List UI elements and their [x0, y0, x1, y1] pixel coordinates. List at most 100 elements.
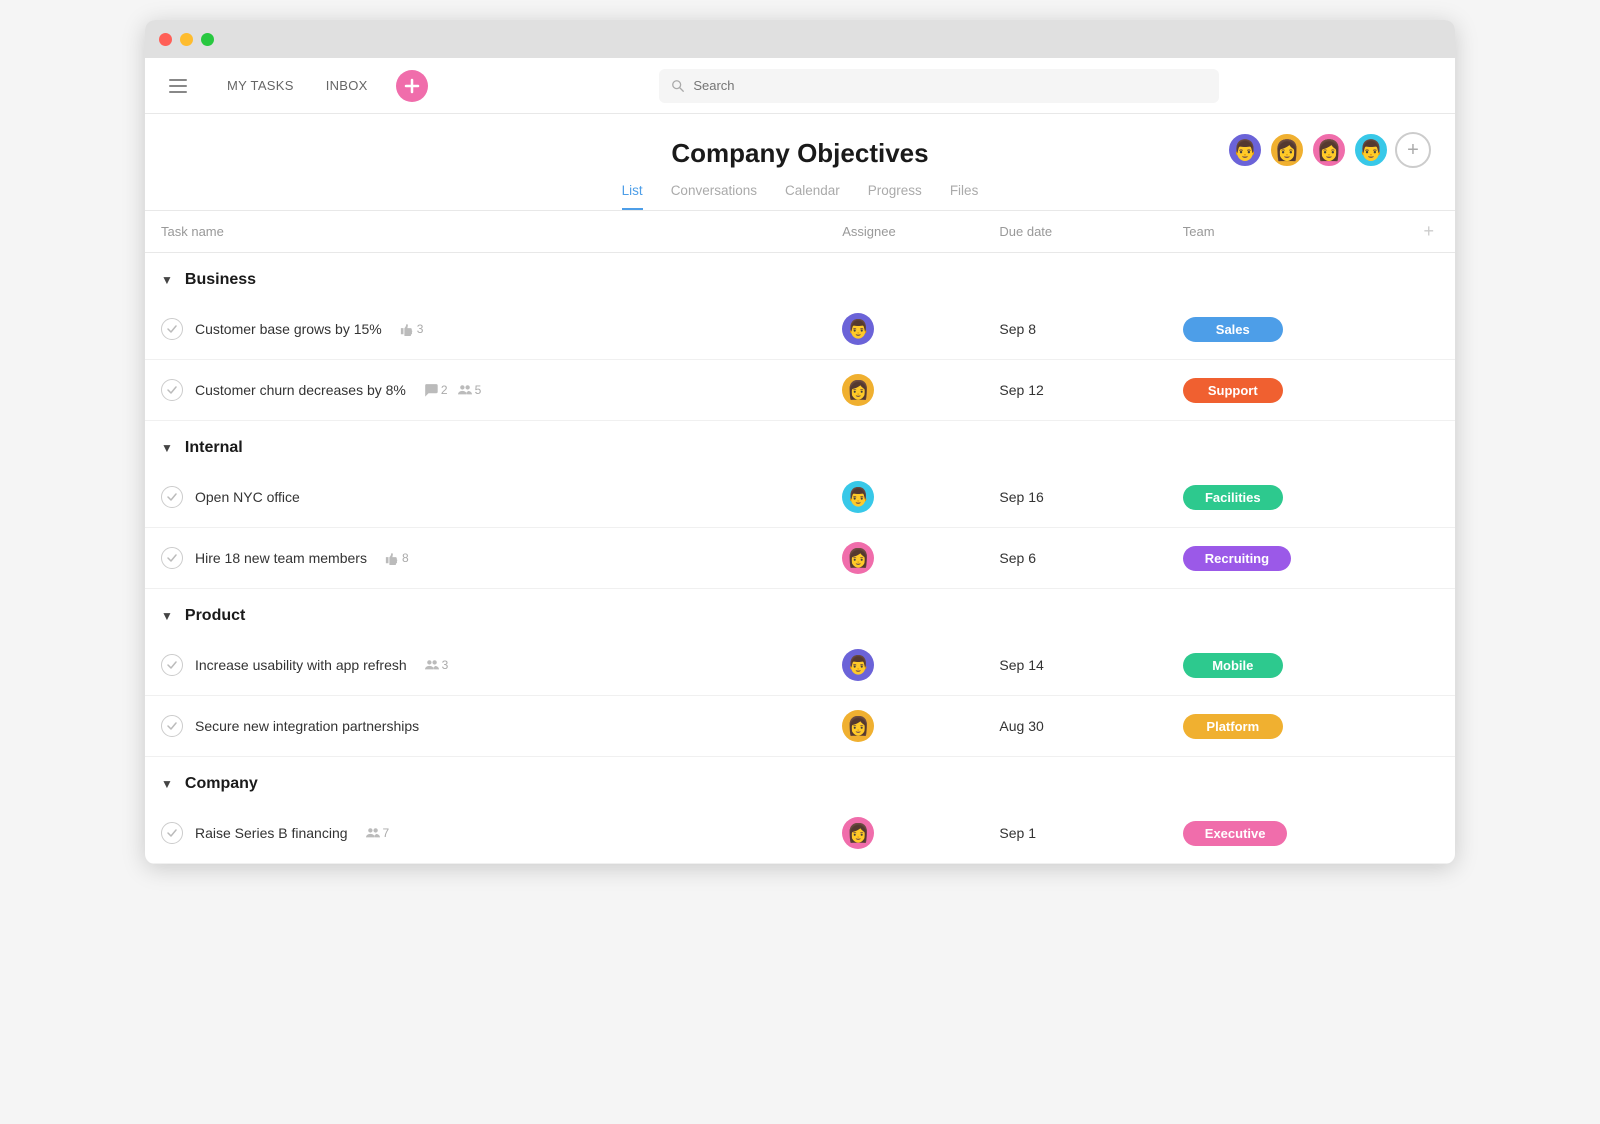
row-add-cell	[1403, 635, 1455, 696]
search-bar[interactable]	[659, 69, 1219, 103]
task-name[interactable]: Customer base grows by 15%	[195, 321, 382, 337]
meta-like: 8	[385, 551, 409, 565]
task-table: Task name Assignee Due date Team + ▼Busi…	[145, 211, 1455, 864]
task-name[interactable]: Increase usability with app refresh	[195, 657, 407, 673]
header-avatar-2[interactable]: 👩	[1311, 132, 1347, 168]
team-badge[interactable]: Facilities	[1183, 485, 1283, 510]
col-header-team: Team	[1167, 211, 1403, 253]
col-header-due: Due date	[983, 211, 1166, 253]
close-dot[interactable]	[159, 33, 172, 46]
assignee-cell[interactable]: 👨	[826, 299, 983, 360]
team-cell[interactable]: Support	[1167, 360, 1403, 421]
section-row: ▼ Product	[145, 589, 1455, 636]
task-name-cell: Increase usability with app refresh 3	[145, 635, 826, 696]
task-name-cell: Raise Series B financing 7	[145, 803, 826, 864]
task-row: Increase usability with app refresh 3 👨 S…	[145, 635, 1455, 696]
header-avatar-1[interactable]: 👩	[1269, 132, 1305, 168]
hamburger-menu[interactable]	[161, 71, 195, 101]
assignee-cell[interactable]: 👩	[826, 360, 983, 421]
titlebar	[145, 20, 1455, 58]
assignee-cell[interactable]: 👩	[826, 696, 983, 757]
task-name[interactable]: Secure new integration partnerships	[195, 718, 419, 734]
assignee-avatar[interactable]: 👩	[842, 374, 874, 406]
tab-list[interactable]: List	[622, 183, 643, 210]
section-label: Internal	[185, 439, 243, 456]
task-checkbox[interactable]	[161, 486, 183, 508]
assignee-avatar[interactable]: 👨	[842, 649, 874, 681]
header-avatar-0[interactable]: 👨	[1227, 132, 1263, 168]
task-row: Customer base grows by 15% 3 👨 Sep 8 Sales	[145, 299, 1455, 360]
due-date-cell: Sep 14	[983, 635, 1166, 696]
assignee-cell[interactable]: 👩	[826, 528, 983, 589]
tab-progress[interactable]: Progress	[868, 183, 922, 210]
task-checkbox[interactable]	[161, 654, 183, 676]
team-cell[interactable]: Recruiting	[1167, 528, 1403, 589]
row-add-cell	[1403, 803, 1455, 864]
section-chevron[interactable]: ▼	[161, 273, 173, 287]
section-row: ▼ Internal	[145, 421, 1455, 468]
team-cell[interactable]: Mobile	[1167, 635, 1403, 696]
col-add[interactable]: +	[1403, 211, 1455, 253]
meta-like: 3	[400, 322, 424, 336]
due-date-cell: Sep 16	[983, 467, 1166, 528]
assignee-cell[interactable]: 👩	[826, 803, 983, 864]
search-input[interactable]	[693, 78, 1207, 93]
row-add-cell	[1403, 360, 1455, 421]
team-badge[interactable]: Support	[1183, 378, 1283, 403]
task-name[interactable]: Customer churn decreases by 8%	[195, 382, 406, 398]
section-chevron[interactable]: ▼	[161, 441, 173, 455]
maximize-dot[interactable]	[201, 33, 214, 46]
task-checkbox[interactable]	[161, 715, 183, 737]
page-header: Company Objectives 👨👩👩👨+ ListConversatio…	[145, 114, 1455, 211]
task-checkbox[interactable]	[161, 822, 183, 844]
task-name[interactable]: Open NYC office	[195, 489, 300, 505]
col-header-task: Task name	[145, 211, 826, 253]
assignee-avatar[interactable]: 👩	[842, 817, 874, 849]
my-tasks-link[interactable]: MY TASKS	[211, 78, 310, 93]
minimize-dot[interactable]	[180, 33, 193, 46]
assignee-avatar[interactable]: 👨	[842, 481, 874, 513]
section-label: Product	[185, 607, 245, 624]
task-name[interactable]: Hire 18 new team members	[195, 550, 367, 566]
team-cell[interactable]: Executive	[1167, 803, 1403, 864]
row-add-cell	[1403, 528, 1455, 589]
due-date-cell: Sep 8	[983, 299, 1166, 360]
team-cell[interactable]: Sales	[1167, 299, 1403, 360]
task-checkbox[interactable]	[161, 318, 183, 340]
assignee-avatar[interactable]: 👩	[842, 710, 874, 742]
task-row: Open NYC office 👨 Sep 16 Facilities	[145, 467, 1455, 528]
inbox-link[interactable]: INBOX	[310, 78, 384, 93]
section-label: Company	[185, 775, 258, 792]
task-name-cell: Open NYC office	[145, 467, 826, 528]
task-checkbox[interactable]	[161, 547, 183, 569]
meta-comment: 2	[424, 383, 448, 397]
team-cell[interactable]: Facilities	[1167, 467, 1403, 528]
task-name-cell: Customer churn decreases by 8% 25	[145, 360, 826, 421]
tab-files[interactable]: Files	[950, 183, 979, 210]
section-label: Business	[185, 271, 256, 288]
add-member-button[interactable]: +	[1395, 132, 1431, 168]
section-chevron[interactable]: ▼	[161, 777, 173, 791]
task-row: Customer churn decreases by 8% 25 👩Sep 1…	[145, 360, 1455, 421]
team-badge[interactable]: Executive	[1183, 821, 1288, 846]
team-badge[interactable]: Sales	[1183, 317, 1283, 342]
team-badge[interactable]: Mobile	[1183, 653, 1283, 678]
avatar-group: 👨👩👩👨+	[1227, 132, 1431, 168]
assignee-cell[interactable]: 👨	[826, 635, 983, 696]
section-chevron[interactable]: ▼	[161, 609, 173, 623]
task-row: Raise Series B financing 7 👩Sep 1Executi…	[145, 803, 1455, 864]
team-cell[interactable]: Platform	[1167, 696, 1403, 757]
assignee-avatar[interactable]: 👩	[842, 542, 874, 574]
tab-conversations[interactable]: Conversations	[671, 183, 757, 210]
team-badge[interactable]: Recruiting	[1183, 546, 1291, 571]
task-row: Hire 18 new team members 8 👩 Sep 6 Recruit…	[145, 528, 1455, 589]
assignee-cell[interactable]: 👨	[826, 467, 983, 528]
due-date-cell: Sep 6	[983, 528, 1166, 589]
task-name[interactable]: Raise Series B financing	[195, 825, 348, 841]
add-button[interactable]	[396, 70, 428, 102]
assignee-avatar[interactable]: 👨	[842, 313, 874, 345]
tab-calendar[interactable]: Calendar	[785, 183, 840, 210]
task-checkbox[interactable]	[161, 379, 183, 401]
team-badge[interactable]: Platform	[1183, 714, 1283, 739]
header-avatar-3[interactable]: 👨	[1353, 132, 1389, 168]
